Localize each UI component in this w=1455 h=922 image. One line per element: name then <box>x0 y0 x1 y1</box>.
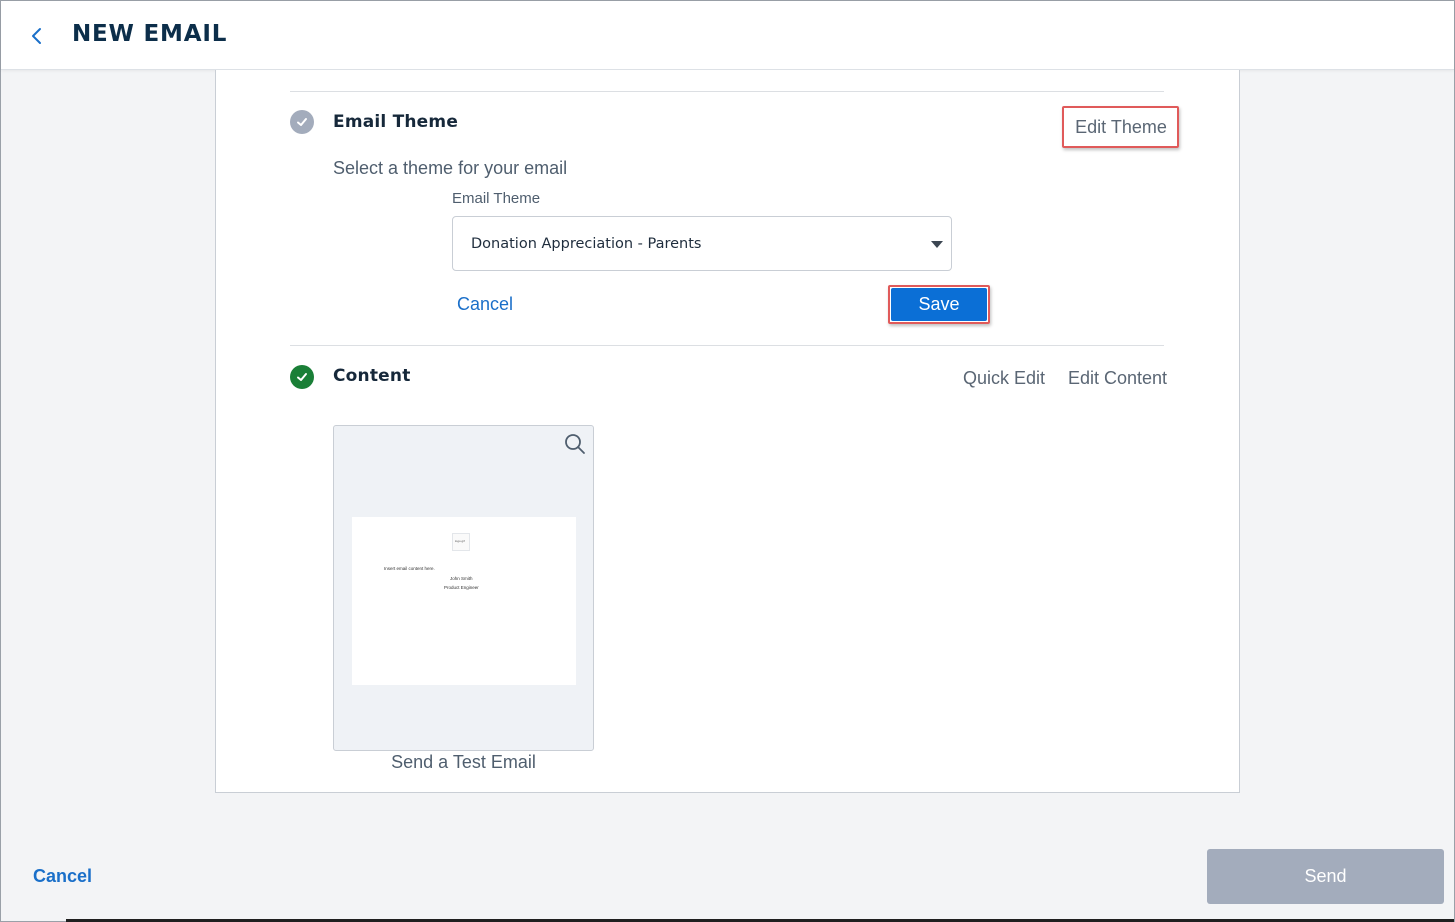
search-icon[interactable] <box>563 432 587 456</box>
section-divider <box>290 345 1164 346</box>
theme-field-label: Email Theme <box>452 190 541 207</box>
content-title: Content <box>333 366 411 386</box>
back-button[interactable] <box>25 23 47 49</box>
email-preview-thumbnail[interactable]: logo.gif Insert email content here. John… <box>333 425 594 751</box>
mini-signature-name: John Smith <box>450 576 473 581</box>
caret-down-icon <box>931 241 943 248</box>
page-title: NEW EMAIL <box>72 21 228 47</box>
mini-body-text: Insert email content here. <box>384 566 435 571</box>
send-button[interactable]: Send <box>1207 849 1444 904</box>
send-test-email-link[interactable]: Send a Test Email <box>333 752 594 773</box>
edit-theme-link[interactable]: Edit Theme <box>1065 109 1177 145</box>
theme-description: Select a theme for your email <box>333 158 568 178</box>
email-theme-title: Email Theme <box>333 112 459 132</box>
logo-alt-text: logo.gif <box>455 539 465 543</box>
check-circle-icon <box>290 365 314 389</box>
save-button[interactable]: Save <box>891 288 987 321</box>
quick-edit-link[interactable]: Quick Edit <box>963 368 1045 389</box>
check-circle-icon <box>290 110 314 134</box>
section-divider <box>290 91 1164 92</box>
theme-cancel-button[interactable]: Cancel <box>457 294 513 315</box>
theme-select-value: Donation Appreciation - Parents <box>471 236 702 252</box>
footer-cancel-button[interactable]: Cancel <box>33 866 92 887</box>
edit-content-link[interactable]: Edit Content <box>1068 368 1167 389</box>
mini-signature-title: Product Engineer <box>444 585 479 590</box>
theme-select[interactable]: Donation Appreciation - Parents <box>452 216 952 271</box>
mini-email-body: logo.gif Insert email content here. John… <box>352 517 576 685</box>
chevron-left-icon <box>32 28 41 44</box>
page-header: NEW EMAIL <box>1 1 1454 70</box>
logo-image: logo.gif <box>452 533 470 551</box>
